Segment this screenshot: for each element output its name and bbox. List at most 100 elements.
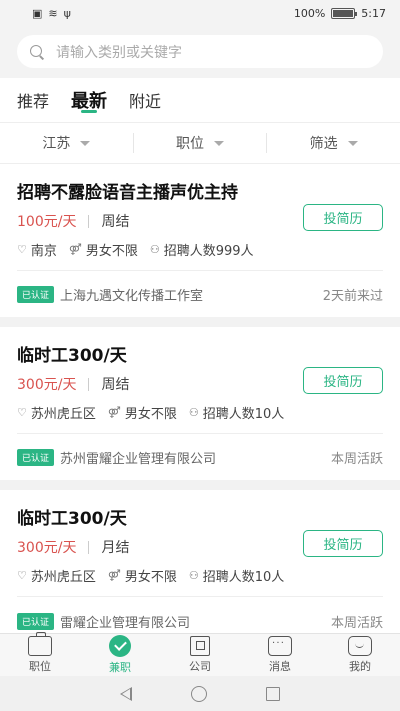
tab-bar: 推荐 最新 附近	[0, 78, 400, 122]
smile-icon	[348, 636, 372, 656]
verified-badge: 已认证	[17, 613, 55, 630]
search-placeholder: 请输入类别或关键字	[56, 44, 182, 61]
job-headcount: 招聘人数10人	[202, 407, 285, 422]
job-title: 招聘不露脸语音主播声优主持	[17, 183, 238, 203]
job-gender: 男女不限	[124, 570, 177, 585]
nav-label: 职位	[29, 660, 51, 673]
company-row[interactable]: 已认证 苏州雷耀企业管理有限公司 本周活跃	[17, 448, 383, 467]
job-card[interactable]: 临时工300/天 300元/天 月结 投简历 ♡ 苏州虎丘区 ⚤ 男女不限 ⚇ 招聘人…	[0, 490, 400, 633]
job-gender: 男女不限	[85, 244, 138, 259]
briefcase-icon	[28, 632, 52, 656]
divider	[17, 433, 383, 434]
divider	[17, 270, 383, 271]
nav-messages[interactable]: 消息	[240, 634, 320, 676]
salary-row: 300元/天 周结	[17, 374, 129, 394]
company-name: 苏州雷耀企业管理有限公司	[60, 452, 217, 467]
activity-status: 本周活跃	[330, 616, 383, 631]
check-circle-icon	[109, 635, 131, 657]
separator	[88, 540, 90, 554]
tab-nearby[interactable]: 附近	[129, 78, 161, 122]
location-pin-icon: ♡	[17, 243, 27, 256]
gender-icon: ⚤	[107, 569, 121, 582]
company-row[interactable]: 已认证 上海九遇文化传播工作室 2天前来过	[17, 285, 383, 304]
home-icon[interactable]	[190, 685, 207, 702]
job-location: 苏州虎丘区	[30, 407, 96, 422]
nav-company[interactable]: 公司	[160, 634, 240, 676]
clock: 5:17	[361, 6, 386, 20]
people-icon: ⚇	[188, 569, 199, 582]
job-location: 南京	[30, 244, 57, 259]
people-icon: ⚇	[149, 243, 160, 256]
nav-label: 兼职	[109, 661, 131, 674]
verified-badge: 已认证	[17, 449, 55, 466]
job-meta: ♡ 南京 ⚤ 男女不限 ⚇ 招聘人数999人	[17, 240, 266, 259]
activity-status: 2天前来过	[322, 289, 383, 304]
back-icon[interactable]	[119, 686, 132, 701]
location-pin-icon: ♡	[17, 406, 27, 419]
filter-region-label: 江苏	[42, 136, 71, 152]
search-icon	[30, 44, 44, 59]
wifi-icon: ≋	[48, 6, 58, 20]
apply-button[interactable]: 投简历	[303, 367, 383, 394]
settlement: 周结	[101, 214, 130, 230]
company-name: 上海九遇文化传播工作室	[60, 289, 204, 304]
filter-position-label: 职位	[176, 136, 204, 152]
gender-icon: ⚤	[107, 406, 121, 419]
filter-bar: 江苏 职位 筛选	[0, 122, 400, 164]
bottom-nav: 职位 兼职 公司 消息 我的	[0, 632, 400, 676]
filter-position[interactable]: 职位	[132, 133, 267, 153]
battery-percent: 100%	[293, 6, 326, 20]
nav-label: 我的	[349, 660, 371, 673]
divider	[17, 596, 383, 597]
filter-screen-label: 筛选	[309, 136, 338, 152]
job-location: 苏州虎丘区	[30, 570, 96, 585]
company-name: 雷耀企业管理有限公司	[60, 616, 191, 631]
job-meta: ♡ 苏州虎丘区 ⚤ 男女不限 ⚇ 招聘人数10人	[17, 403, 296, 422]
filter-region[interactable]: 江苏	[0, 133, 133, 153]
filter-screen[interactable]: 筛选	[266, 133, 400, 153]
location-pin-icon: ♡	[17, 569, 27, 582]
salary-row: 100元/天 周结	[17, 211, 129, 231]
settlement: 月结	[101, 540, 130, 556]
battery-icon	[331, 7, 358, 19]
company-row[interactable]: 已认证 雷耀企业管理有限公司 本周活跃	[17, 612, 383, 631]
apply-button[interactable]: 投简历	[303, 204, 383, 231]
tab-recommend[interactable]: 推荐	[17, 78, 49, 122]
tab-latest[interactable]: 最新	[71, 78, 107, 122]
apply-button[interactable]: 投简历	[303, 530, 383, 557]
verified-badge: 已认证	[17, 286, 55, 303]
building-icon	[190, 636, 210, 656]
dropdown-arrow-icon	[347, 140, 358, 146]
job-title: 临时工300/天	[17, 509, 127, 529]
chat-icon	[268, 636, 292, 656]
job-headcount: 招聘人数10人	[202, 570, 285, 585]
recent-apps-icon[interactable]	[266, 686, 281, 701]
usb-icon: ψ	[63, 6, 71, 20]
settlement: 周结	[101, 377, 130, 393]
salary: 300元/天	[17, 377, 77, 393]
job-meta: ♡ 苏州虎丘区 ⚤ 男女不限 ⚇ 招聘人数10人	[17, 566, 296, 585]
nav-label: 公司	[189, 660, 211, 673]
gender-icon: ⚤	[68, 243, 82, 256]
salary: 300元/天	[17, 540, 77, 556]
nav-parttime[interactable]: 兼职	[80, 634, 160, 676]
people-icon: ⚇	[188, 406, 199, 419]
salary: 100元/天	[17, 214, 77, 230]
system-nav-bar	[0, 676, 400, 711]
status-bar: ▣ ≋ ψ 100% 5:17	[0, 0, 400, 26]
salary-row: 300元/天 月结	[17, 537, 129, 557]
dropdown-arrow-icon	[214, 140, 224, 146]
nav-label: 消息	[269, 660, 291, 673]
job-gender: 男女不限	[124, 407, 177, 422]
search-bar: 请输入类别或关键字	[0, 26, 400, 78]
job-headcount: 招聘人数999人	[163, 244, 254, 259]
search-input[interactable]: 请输入类别或关键字	[17, 35, 383, 68]
separator	[88, 214, 90, 228]
job-card[interactable]: 临时工300/天 300元/天 周结 投简历 ♡ 苏州虎丘区 ⚤ 男女不限 ⚇ 招聘人…	[0, 327, 400, 480]
nav-mine[interactable]: 我的	[320, 634, 400, 676]
job-title: 临时工300/天	[17, 346, 127, 366]
separator	[88, 377, 90, 391]
nav-positions[interactable]: 职位	[0, 632, 80, 676]
notification-icon: ▣	[32, 6, 43, 20]
job-card[interactable]: 招聘不露脸语音主播声优主持 100元/天 周结 投简历 ♡ 南京 ⚤ 男女不限 ⚇ 招…	[0, 164, 400, 317]
